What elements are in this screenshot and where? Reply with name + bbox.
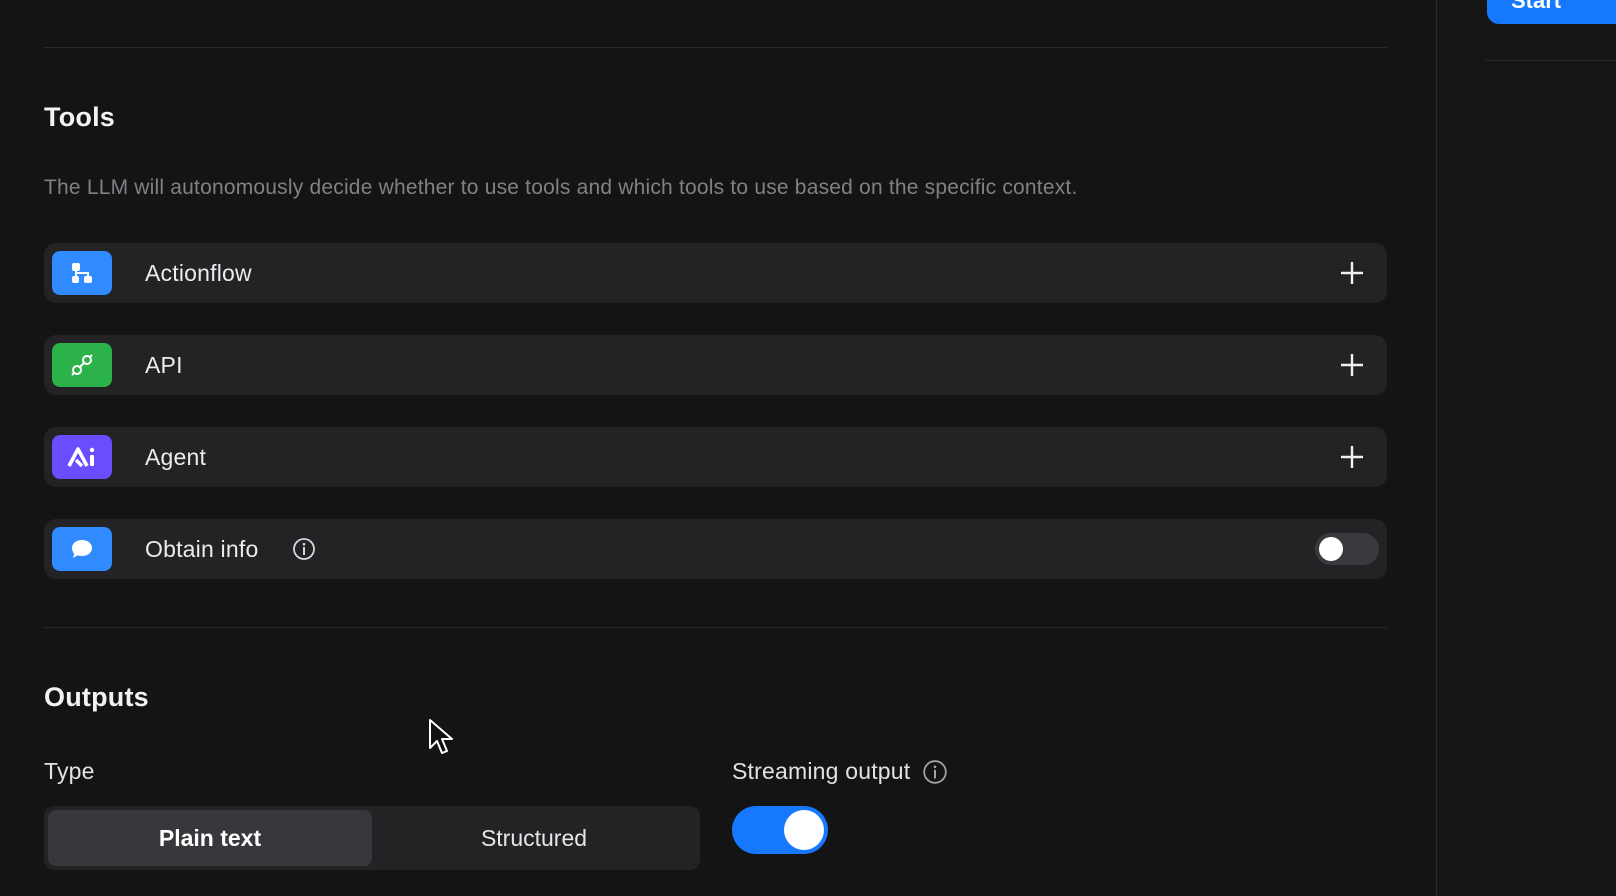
start-button[interactable]: Start (1487, 0, 1616, 24)
top-divider (44, 47, 1387, 48)
actionflow-icon (52, 251, 112, 295)
streaming-output-label: Streaming output (732, 758, 911, 784)
plain-text-option[interactable]: Plain text (48, 810, 372, 866)
node-settings-panel: Tools The LLM will autonomously decide w… (0, 0, 1436, 896)
info-icon[interactable] (922, 759, 948, 785)
streaming-output-toggle[interactable] (732, 806, 828, 854)
page: Tools The LLM will autonomously decide w… (0, 0, 1616, 896)
api-icon (52, 343, 112, 387)
output-type-segmented-control: Plain text Structured (44, 806, 700, 870)
plus-icon (1341, 354, 1363, 376)
plus-icon (1341, 262, 1363, 284)
add-api-button[interactable] (1339, 352, 1365, 378)
tools-description: The LLM will autonomously decide whether… (44, 176, 1078, 199)
tool-row-actionflow: Actionflow (44, 243, 1387, 303)
type-label: Type (44, 758, 95, 784)
agent-icon (52, 435, 112, 479)
right-panel-divider (1485, 60, 1616, 61)
right-panel: Start (1436, 0, 1616, 896)
info-icon[interactable] (292, 537, 316, 561)
tool-label-actionflow: Actionflow (145, 259, 252, 286)
structured-option[interactable]: Structured (372, 810, 696, 866)
tool-label-obtain-info: Obtain info (145, 535, 259, 562)
outputs-section-title: Outputs (44, 682, 149, 712)
tools-section-title: Tools (44, 102, 115, 132)
start-button-label: Start (1511, 0, 1562, 13)
add-agent-button[interactable] (1339, 444, 1365, 470)
add-actionflow-button[interactable] (1339, 260, 1365, 286)
mouse-cursor-icon (428, 718, 454, 761)
toggle-knob (784, 810, 824, 850)
tool-label-api: API (145, 351, 183, 378)
obtain-info-toggle[interactable] (1315, 533, 1379, 565)
section-divider (44, 627, 1387, 628)
toggle-knob (1319, 537, 1343, 561)
plus-icon (1341, 446, 1363, 468)
tool-row-obtain-info: Obtain info (44, 519, 1387, 579)
tool-row-agent: Agent (44, 427, 1387, 487)
streaming-output-label-group: Streaming output (732, 758, 948, 785)
tool-label-agent: Agent (145, 443, 207, 470)
chat-bubble-icon (52, 527, 112, 571)
tool-row-api: API (44, 335, 1387, 395)
